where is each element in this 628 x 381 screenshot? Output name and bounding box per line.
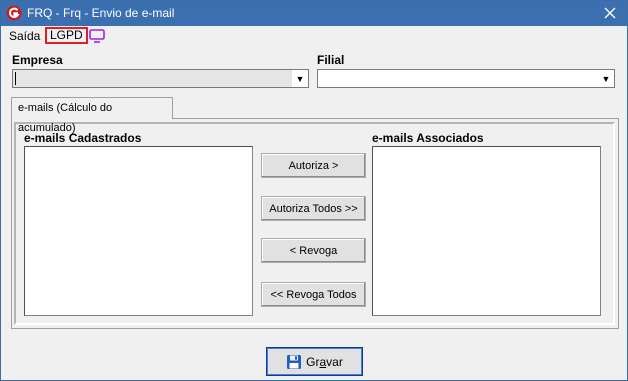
title-bar[interactable]: FRQ - Frq - Envio de e-mail xyxy=(1,1,627,26)
emails-associados-label: e-mails Associados xyxy=(372,131,484,145)
close-icon xyxy=(604,7,616,19)
filial-label: Filial xyxy=(317,53,345,67)
revoga-button[interactable]: < Revoga xyxy=(261,238,366,263)
close-button[interactable] xyxy=(601,3,619,23)
emails-associados-list[interactable] xyxy=(372,146,601,316)
autoriza-todos-button[interactable]: Autoriza Todos >> xyxy=(261,196,366,221)
monitor-icon[interactable] xyxy=(89,29,105,43)
menu-saida[interactable]: Saída xyxy=(7,28,42,44)
window-title: FRQ - Frq - Envio de e-mail xyxy=(27,6,175,20)
app-logo-icon xyxy=(6,5,22,21)
chevron-down-icon[interactable]: ▼ xyxy=(598,70,614,87)
text-cursor xyxy=(15,72,16,85)
gravar-button[interactable]: Gravar xyxy=(266,347,363,376)
revoga-todos-button[interactable]: << Revoga Todos xyxy=(261,282,366,307)
filial-combobox[interactable]: ▼ xyxy=(317,69,615,88)
menu-lgpd[interactable]: LGPD xyxy=(45,27,88,44)
autoriza-button[interactable]: Autoriza > xyxy=(261,153,366,178)
gravar-label: Gravar xyxy=(306,354,343,369)
floppy-disk-icon xyxy=(287,354,302,369)
chevron-down-icon[interactable]: ▼ xyxy=(292,70,308,87)
empresa-label: Empresa xyxy=(12,53,63,67)
empresa-combobox[interactable]: ▼ xyxy=(12,69,309,88)
tab-emails-calculo[interactable]: e-mails (Cálculo do acumulado) xyxy=(11,97,173,134)
emails-cadastrados-list[interactable] xyxy=(24,146,253,316)
main-window: FRQ - Frq - Envio de e-mail Saída LGPD E… xyxy=(0,0,628,381)
